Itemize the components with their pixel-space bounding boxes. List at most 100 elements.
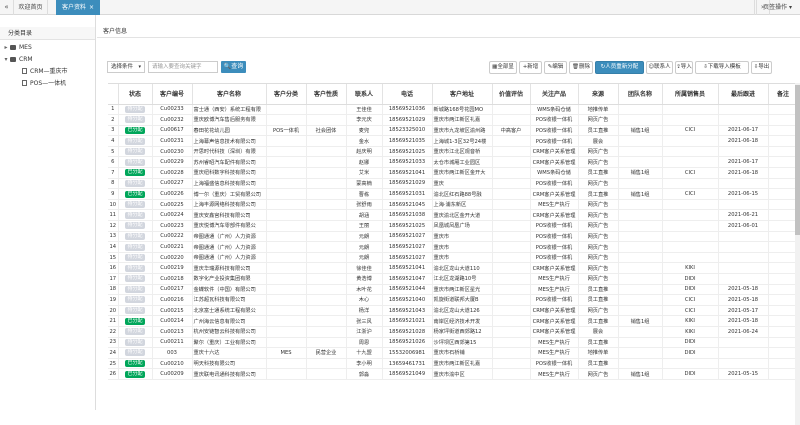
table-cell	[718, 262, 769, 274]
table-cell: CRM客户关系管理	[530, 209, 579, 222]
download-template-button[interactable]: ⇩下载导入模板	[695, 61, 749, 74]
status-badge: 已分配	[125, 126, 145, 134]
table-cell	[768, 209, 799, 222]
column-header[interactable]: 所属销售员	[662, 84, 719, 105]
column-header[interactable]: 联系人	[346, 84, 383, 105]
column-header[interactable]: 客户地址	[432, 84, 493, 105]
query-button-label: 查询	[231, 63, 244, 70]
table-row[interactable]: 22 待分配 Cu00213 杭州安链智云科技有限公司 江浙沪 18569521028 杨家…	[108, 326, 799, 338]
edit-button[interactable]: ✎编辑	[544, 61, 567, 74]
column-header[interactable]: 价值评估	[492, 84, 531, 105]
table-cell: 已分配	[118, 125, 153, 137]
table-row[interactable]: 18 待分配 Cu00217 金蝶软件（中国）有限公司 木叶花 18569521044 重庆…	[108, 284, 799, 296]
column-header[interactable]: 来源	[578, 84, 619, 105]
keyword-input[interactable]: 请输入要查询关键字	[148, 61, 218, 73]
column-header[interactable]: 客户编号	[152, 84, 193, 105]
column-header[interactable]: 最后跟进	[718, 84, 769, 105]
table-row[interactable]: 23 待分配 Cu00211 聚尔（重庆）工业有限公司 周恩 18569521026 沙坪坝…	[108, 337, 799, 349]
table-cell: DIDI	[662, 347, 719, 359]
table-cell	[492, 209, 531, 222]
column-header[interactable]: 客户分类	[266, 84, 307, 105]
table-cell	[266, 188, 307, 200]
column-header[interactable]: 备注	[768, 84, 799, 105]
sidebar-title: 分类目录	[0, 27, 95, 40]
table-row[interactable]: 2 待分配 Cu00232 重庆欧博汽车售后服务有限 李元庆 18569521029 重庆市…	[108, 114, 799, 126]
table-row[interactable]: 21 已分配 Cu00214 广州海云信息有限公司 张三风 18569521021 南岸区经…	[108, 315, 799, 327]
table-row[interactable]: 12 待分配 Cu00223 重庆悦博汽车零部件有限公 王丽 18569521025 凤凰城…	[108, 220, 799, 232]
table-cell	[768, 294, 799, 306]
table-cell: DIDI	[662, 337, 719, 349]
table-row[interactable]: 8 待分配 Cu00227 上海福盛信息科技有限公司 蒙高楠 18569521029 重庆 P…	[108, 178, 799, 190]
tab-home[interactable]: 欢迎首页	[14, 0, 48, 15]
table-cell: 18569521033	[382, 156, 433, 169]
table-row[interactable]: 7 已分配 Cu00228 重庆纽科数字科技有限公司 艾米 18569521041 重庆市两…	[108, 167, 799, 179]
scrollbar-thumb[interactable]	[795, 85, 800, 235]
table-cell	[306, 188, 347, 200]
column-header[interactable]: 团队名称	[618, 84, 663, 105]
status-badge: 待分配	[125, 338, 145, 346]
column-header[interactable]: 状态	[118, 84, 153, 105]
table-row[interactable]: 3 已分配 Cu00617 春田花花幼儿园 POS一体机 社会团体 麦兜 1852332501…	[108, 125, 799, 137]
table-row[interactable]: 5 待分配 Cu00230 开思时代科技（深圳）有限 赵庆明 18569521025 重庆市…	[108, 146, 799, 158]
table-cell: 重庆市两江新区星光	[432, 284, 493, 296]
table-row[interactable]: 26 已分配 Cu00209 重庆联电讯通科技有限公司 郭淼 18569521049 重庆市…	[108, 368, 799, 380]
table-row[interactable]: 15 待分配 Cu00220 帝图通通（广州）人力资源 元朗 18569521027 重庆市…	[108, 252, 799, 264]
table-row[interactable]: 11 待分配 Cu00224 重庆安鑫宫科技有限公司 胡涵 18569521038 重庆渝北…	[108, 209, 799, 222]
tree-node[interactable]: CRM—重庆市	[0, 66, 95, 78]
table-cell: 重庆华瑞源科技有限公司	[192, 262, 267, 274]
table-row[interactable]: 25 已分配 Cu00210 明天科技有限公司 李小明 13659461731 重庆市两江新…	[108, 358, 799, 370]
table-cell: POS一体机	[266, 125, 307, 137]
table-row[interactable]: 9 已分配 Cu00226 博一尔（重庆）工贸有限公司 曹栋 18569521031 渝北区…	[108, 188, 799, 200]
table-cell: 待分配	[118, 241, 153, 253]
table-cell	[266, 135, 307, 147]
table-row[interactable]: 14 待分配 Cu00221 帝图通通（广州）人力资源 元朗 18569521027 重庆市…	[108, 241, 799, 253]
export-button[interactable]: ⇩导出	[751, 61, 772, 74]
table-row[interactable]: 13 待分配 Cu00222 帝图通通（广州）人力资源 元朗 18569521027 重庆市…	[108, 231, 799, 243]
toggle-icon[interactable]: ▾	[2, 54, 10, 66]
tree-node[interactable]: ▸ MES	[0, 42, 95, 54]
table-cell	[306, 146, 347, 158]
column-header[interactable]: 关注产品	[530, 84, 579, 105]
table-row[interactable]: 4 待分配 Cu00231 上海幕声信息技术有限公司 金水 18569521035 上海城1…	[108, 135, 799, 147]
table-cell	[492, 241, 531, 253]
table-row[interactable]: 1 待分配 Cu00233 富士通（西安）系统工程有限 王佳佳 18569521036 新城…	[108, 104, 799, 116]
tab-customer-data[interactable]: 客户资料 ×	[56, 0, 100, 15]
show-all-button[interactable]: ▦全部显	[489, 61, 517, 74]
delete-button[interactable]: 🗑删除	[569, 61, 593, 74]
tree-node[interactable]: ▾ CRM	[0, 54, 95, 66]
tab-scroll-left-icon[interactable]: «	[0, 0, 14, 15]
table-row[interactable]: 16 待分配 Cu00219 重庆华瑞源科技有限公司 徐佳佳 18569521041 渝北区…	[108, 262, 799, 274]
table-cell: Cu00231	[152, 135, 193, 147]
reassign-button[interactable]: ↻人员重新分配	[595, 61, 644, 74]
status-badge: 待分配	[125, 148, 145, 156]
close-icon[interactable]: ×	[89, 4, 94, 11]
table-cell: 1	[108, 104, 119, 116]
import-button[interactable]: ⇪导入	[675, 61, 693, 74]
table-cell: Cu00216	[152, 294, 193, 306]
table-cell: 已分配	[118, 315, 153, 327]
tree-node[interactable]: POS—一体机	[0, 78, 95, 90]
table-cell	[492, 188, 531, 200]
contacts-button[interactable]: ☺联系人	[646, 61, 673, 74]
column-header[interactable]: 客户性质	[306, 84, 347, 105]
table-cell	[492, 231, 531, 243]
column-header[interactable]: 客户名称	[192, 84, 267, 105]
add-button[interactable]: +新增	[519, 61, 542, 74]
query-button[interactable]: 🔍查询	[221, 61, 246, 73]
table-row[interactable]: 17 待分配 Cu00218 数字化产业投资集团有限 黄浩博 18569521047 江北区…	[108, 273, 799, 285]
table-cell: CRM客户关系管理	[530, 188, 579, 200]
table-cell: 18569521040	[382, 294, 433, 306]
table-row[interactable]: 24 待分配 003 重庆十六达 MES 民营企业 十九盟 15532006981 重庆市石桥铺…	[108, 347, 799, 359]
table-row[interactable]: 19 待分配 Cu00216 江苏超瓦科技有限公司 木心 18569521040 凯旋街道联…	[108, 294, 799, 306]
table-row[interactable]: 6 待分配 Cu00229 苏州睿昭汽车配件有限公司 赵娜 18569521033 太仓市城…	[108, 156, 799, 169]
table-row[interactable]: 10 待分配 Cu00225 上海丰源网络科技有限公司 张舒雨 18569521045 上海…	[108, 199, 799, 211]
table-cell: CICI	[662, 305, 719, 317]
table-row[interactable]: 20 待分配 Cu00215 北京富士通系统工程有限公 杨洋 18569521043 渝北区…	[108, 305, 799, 317]
table-cell: 民营企业	[306, 347, 347, 359]
condition-select[interactable]: 选择条件 ▾	[107, 61, 145, 73]
toggle-icon[interactable]: ▸	[2, 42, 10, 54]
table-cell: 2021-05-15	[718, 368, 769, 380]
column-header[interactable]: 电话	[382, 84, 433, 105]
page-ops-dropdown[interactable]: 页签操作 ▾	[754, 0, 792, 15]
table-cell: 重庆市	[432, 241, 493, 253]
